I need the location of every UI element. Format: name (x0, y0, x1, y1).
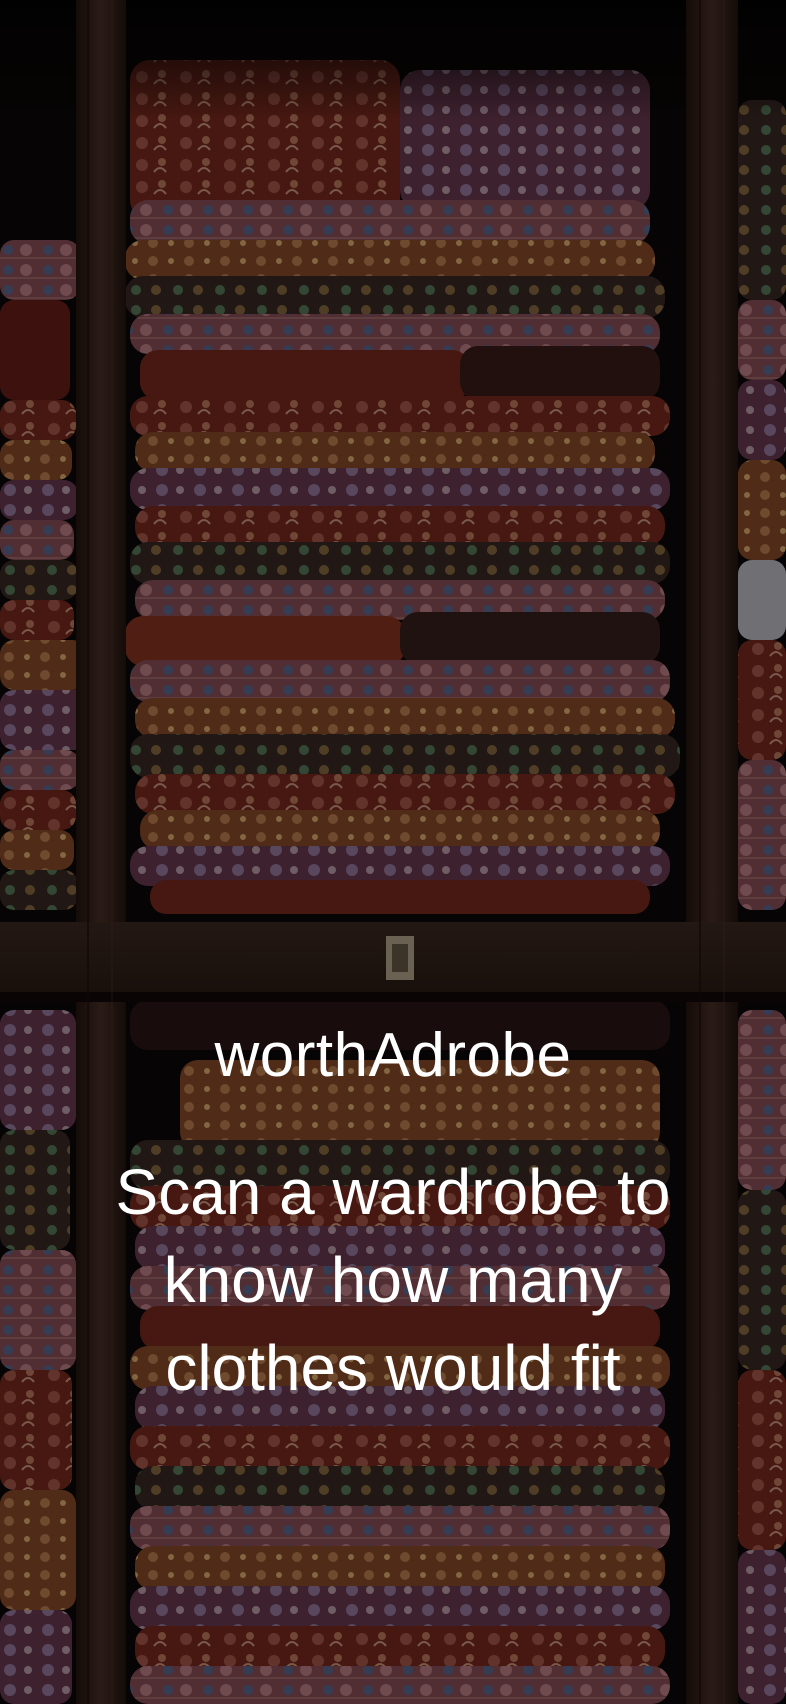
welcome-screen: worthAdrobe Scan a wardrobe to know how … (0, 0, 786, 1704)
app-title: worthAdrobe (214, 1021, 572, 1090)
app-tagline: Scan a wardrobe to know how many clothes… (115, 1156, 671, 1404)
dark-overlay (0, 0, 786, 1704)
